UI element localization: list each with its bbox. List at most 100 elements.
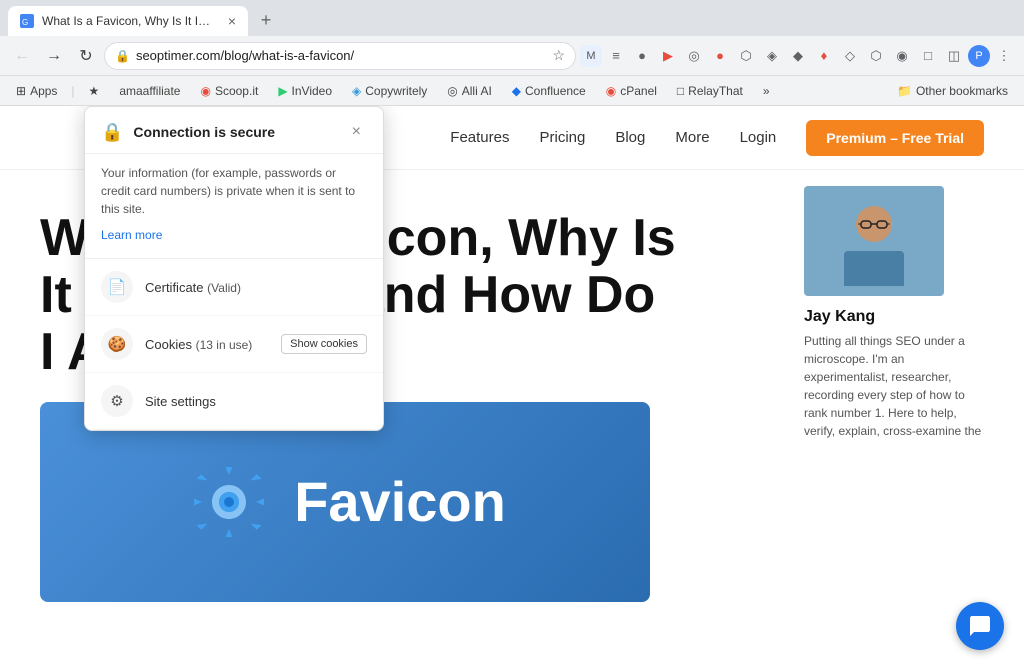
bookmark-star-icon[interactable]: ☆ [552,47,565,64]
back-button[interactable]: ← [8,42,36,70]
bookmark-label: Alli AI [462,84,492,98]
browser-toolbar: ← → ↻ 🔒 seoptimer.com/blog/what-is-a-fav… [0,36,1024,76]
bookmark-confluence[interactable]: ◆ Confluence [504,82,594,100]
cookies-icon: 🍪 [101,328,133,360]
popup-body: Your information (for example, passwords… [85,154,383,258]
bookmark-more[interactable]: » [755,82,778,100]
certificate-icon: 📄 [101,271,133,303]
popup-row-site-settings[interactable]: ⚙ Site settings [85,373,383,430]
ext-icon-3[interactable]: ● [630,44,654,68]
bookmark-label: amaaffiliate [119,84,180,98]
popup-header-content: 🔒 Connection is secure [101,122,275,143]
page-content: Features Pricing Blog More Login Premium… [0,106,1024,670]
nav-more[interactable]: More [675,129,709,146]
cookies-badge: (13 in use) [196,338,253,352]
bookmark-alliai[interactable]: ◎ Alli AI [439,82,500,100]
author-name: Jay Kang [804,308,984,326]
bookmark-copywritely[interactable]: ◈ Copywritely [344,82,435,100]
active-tab[interactable]: G What Is a Favicon, Why Is It Impo... × [8,6,248,36]
tab-close-button[interactable]: × [228,13,236,29]
bookmark-label: InVideo [292,84,332,98]
bookmark-scoopit[interactable]: ◉ Scoop.it [192,82,266,100]
bookmark-label: Copywritely [365,84,427,98]
cpanel-icon: ◉ [606,84,616,98]
gear-favicon-icon [184,457,274,547]
ext-icon-11[interactable]: ◇ [838,44,862,68]
popup-header: 🔒 Connection is secure × [85,107,383,154]
bookmark-cpanel[interactable]: ◉ cPanel [598,82,665,100]
ext-icon-8[interactable]: ◈ [760,44,784,68]
url-text: seoptimer.com/blog/what-is-a-favicon/ [136,48,354,63]
nav-pricing[interactable]: Pricing [539,129,585,146]
secure-lock-icon: 🔒 [101,122,123,143]
new-tab-button[interactable]: + [252,6,280,34]
address-bar[interactable]: 🔒 seoptimer.com/blog/what-is-a-favicon/ … [104,42,576,70]
cookies-label: Cookies (13 in use) [145,337,269,352]
tab-title: What Is a Favicon, Why Is It Impo... [42,14,220,28]
chat-icon [968,614,992,638]
popup-description: Your information (for example, passwords… [101,164,367,218]
bookmark-star[interactable]: ★ [81,82,108,100]
confluence-icon: ◆ [512,84,521,98]
ext-icon-1[interactable]: M [580,45,602,67]
bookmark-label: » [763,84,770,98]
favicon-label: Favicon [294,469,506,534]
bookmark-amaaffiliate[interactable]: amaaffiliate [111,82,188,100]
ext-icon-14[interactable]: □ [916,44,940,68]
bookmark-label: cPanel [620,84,657,98]
popup-row-certificate[interactable]: 📄 Certificate (Valid) [85,259,383,316]
premium-cta-button[interactable]: Premium – Free Trial [806,120,984,156]
bookmark-label: RelayThat [688,84,743,98]
author-sidebar: Jay Kang Putting all things SEO under a … [804,186,984,440]
ext-icon-12[interactable]: ⬡ [864,44,888,68]
nav-blog[interactable]: Blog [615,129,645,146]
ext-icon-9[interactable]: ◆ [786,44,810,68]
show-cookies-button[interactable]: Show cookies [281,334,367,354]
ext-icon-2[interactable]: ≡ [604,44,628,68]
tab-favicon: G [20,14,34,28]
reload-button[interactable]: ↻ [72,42,100,70]
author-avatar-image [824,196,924,286]
bookmark-separator: | [71,84,74,98]
ext-icon-13[interactable]: ◉ [890,44,914,68]
star-bookmark-icon: ★ [89,84,100,98]
site-settings-label: Site settings [145,394,367,409]
bookmark-relaythat[interactable]: □ RelayThat [669,82,751,100]
chat-bubble-button[interactable] [956,602,1004,650]
bookmark-label: Scoop.it [215,84,258,98]
popup-row-cookies[interactable]: 🍪 Cookies (13 in use) Show cookies [85,316,383,373]
other-bookmarks[interactable]: 📁 Other bookmarks [889,82,1016,100]
bookmark-apps[interactable]: ⊞ Apps [8,82,65,100]
folder-icon: 📁 [897,84,912,98]
forward-button[interactable]: → [40,42,68,70]
ext-icon-6[interactable]: ● [708,44,732,68]
author-bio: Putting all things SEO under a microscop… [804,332,984,440]
author-photo [804,186,944,296]
invideo-icon: ▶ [278,84,287,98]
ext-icon-10[interactable]: ♦ [812,44,836,68]
nav-features[interactable]: Features [450,129,509,146]
apps-grid-icon: ⊞ [16,84,26,98]
learn-more-link[interactable]: Learn more [101,228,162,242]
apps-label: Apps [30,84,57,98]
relaythat-icon: □ [677,84,684,98]
other-bookmarks-label: Other bookmarks [916,84,1008,98]
browser-frame: G What Is a Favicon, Why Is It Impo... ×… [0,0,1024,670]
ext-icon-5[interactable]: ◎ [682,44,706,68]
popup-title: Connection is secure [133,124,275,140]
bookmark-invideo[interactable]: ▶ InVideo [270,82,340,100]
tab-bar: G What Is a Favicon, Why Is It Impo... ×… [0,0,1024,36]
ext-icon-7[interactable]: ⬡ [734,44,758,68]
popup-close-button[interactable]: × [346,121,367,143]
nav-login[interactable]: Login [740,129,777,146]
menu-icon[interactable]: ⋮ [992,44,1016,68]
extension-icons: M ≡ ● ▶ ◎ ● ⬡ ◈ ◆ ♦ ◇ ⬡ ◉ □ ◫ P ⋮ [580,44,1016,68]
ext-icon-4[interactable]: ▶ [656,44,680,68]
ext-icon-15[interactable]: ◫ [942,44,966,68]
bookmark-label: Confluence [525,84,586,98]
site-settings-icon: ⚙ [101,385,133,417]
profile-icon[interactable]: P [968,45,990,67]
scoopit-icon: ◉ [200,84,210,98]
alliai-icon: ◎ [447,84,457,98]
featured-image: Favicon [40,402,650,602]
